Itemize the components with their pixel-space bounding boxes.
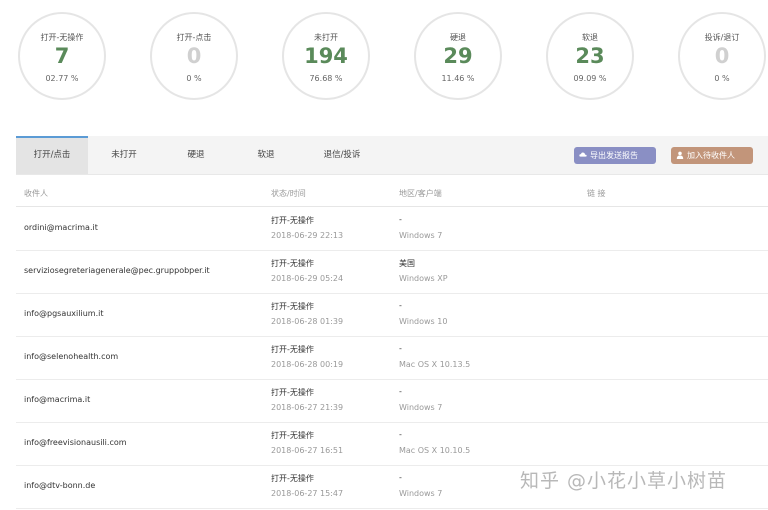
header-region-client: 地区/客户端 <box>399 189 442 198</box>
row-client: Windows 7 <box>399 403 443 412</box>
stat-value: 0 <box>714 44 730 68</box>
row-client: Windows 7 <box>399 231 443 240</box>
row-status: 打开-无操作 <box>271 388 314 397</box>
row-region: - <box>399 387 402 396</box>
stat-soft-bounce[interactable]: 软退 23 09.09 % <box>546 12 634 100</box>
recipient-email: info@dtv-bonn.de <box>24 481 96 490</box>
stat-percent: 76.68 % <box>309 74 343 83</box>
stat-percent: 02.77 % <box>45 74 79 83</box>
recipient-email: ordini@macrima.it <box>24 223 98 232</box>
stat-label: 软退 <box>582 33 598 42</box>
row-time: 2018-06-28 01:39 <box>271 317 344 326</box>
user-icon <box>676 151 684 159</box>
row-time: 2018-06-27 21:39 <box>271 403 344 412</box>
row-client: Mac OS X 10.13.5 <box>399 360 471 369</box>
stat-label: 打开-点击 <box>176 33 212 42</box>
export-label: 导出发送报告 <box>590 151 638 160</box>
row-region: - <box>399 473 402 482</box>
table-row[interactable]: serviziosegreteriagenerale@pec.gruppobpe… <box>16 250 768 294</box>
recipient-email: info@macrima.it <box>24 395 91 404</box>
row-client: Windows 10 <box>399 317 448 326</box>
stat-open-no-action[interactable]: 打开-无操作 7 02.77 % <box>18 12 106 100</box>
stat-value: 0 <box>186 44 202 68</box>
stat-value: 194 <box>304 44 348 68</box>
header-link: 链 接 <box>587 189 606 198</box>
header-status-time: 状态/时间 <box>271 189 306 198</box>
table-row[interactable]: info@pgsauxilium.it 打开-无操作 2018-06-28 01… <box>16 293 768 337</box>
table-row[interactable]: info@selenohealth.com 打开-无操作 2018-06-28 … <box>16 336 768 380</box>
row-time: 2018-06-29 22:13 <box>271 231 344 240</box>
row-region: - <box>399 344 402 353</box>
stat-value: 23 <box>575 44 605 68</box>
table-row[interactable]: info@macrima.it 打开-无操作 2018-06-27 21:39 … <box>16 379 768 423</box>
stat-percent: 11.46 % <box>441 74 475 83</box>
row-time: 2018-06-28 00:19 <box>271 360 344 369</box>
watermark-text: 知乎 @小花小草小树苗 <box>520 470 728 492</box>
row-status: 打开-无操作 <box>271 216 314 225</box>
stat-unopened[interactable]: 未打开 194 76.68 % <box>282 12 370 100</box>
stat-open-click[interactable]: 打开-点击 0 0 % <box>150 12 238 100</box>
row-region: - <box>399 430 402 439</box>
tab-open-click[interactable]: 打开/点击 <box>16 136 88 174</box>
header-recipient: 收件人 <box>24 189 48 198</box>
stat-complaint-unsubscribe[interactable]: 投诉/退订 0 0 % <box>678 12 766 100</box>
row-status: 打开-无操作 <box>271 474 314 483</box>
stats-panel: 打开-无操作 7 02.77 % 打开-点击 0 0 % 未打开 194 76.… <box>0 12 768 104</box>
stat-value: 7 <box>54 44 70 68</box>
row-client: Windows 7 <box>399 489 443 498</box>
cloud-download-icon <box>579 152 587 157</box>
tab-unopened[interactable]: 未打开 <box>88 136 160 174</box>
add-recipient-label: 加入待收件人 <box>687 151 735 160</box>
row-time: 2018-06-27 16:51 <box>271 446 344 455</box>
export-report-button[interactable]: 导出发送报告 <box>574 147 656 164</box>
table-row[interactable]: ordini@macrima.it 打开-无操作 2018-06-29 22:1… <box>16 207 768 251</box>
table-row[interactable]: info@freevisionausili.com 打开-无操作 2018-06… <box>16 422 768 466</box>
stat-label: 打开-无操作 <box>40 33 84 42</box>
recipient-email: info@selenohealth.com <box>24 352 119 361</box>
tab-bounce-complaint[interactable]: 退信/投诉 <box>300 136 384 174</box>
row-region: 美国 <box>399 259 415 268</box>
stat-hard-bounce[interactable]: 硬退 29 11.46 % <box>414 12 502 100</box>
row-time: 2018-06-29 05:24 <box>271 274 344 283</box>
row-region: - <box>399 215 402 224</box>
add-recipient-button[interactable]: 加入待收件人 <box>671 147 753 164</box>
stat-label: 硬退 <box>450 33 466 42</box>
stat-percent: 0 % <box>714 74 730 83</box>
tab-hard-bounce[interactable]: 硬退 <box>160 136 232 174</box>
stat-label: 投诉/退订 <box>704 33 740 42</box>
recipient-email: info@freevisionausili.com <box>24 438 127 447</box>
row-region: - <box>399 301 402 310</box>
row-status: 打开-无操作 <box>271 259 314 268</box>
stat-value: 29 <box>443 44 473 68</box>
stat-percent: 09.09 % <box>573 74 607 83</box>
row-status: 打开-无操作 <box>271 431 314 440</box>
row-status: 打开-无操作 <box>271 345 314 354</box>
table-header: 收件人 状态/时间 地区/客户端 链 接 <box>16 182 768 207</box>
recipient-email: serviziosegreteriagenerale@pec.gruppobpe… <box>24 266 210 275</box>
row-time: 2018-06-27 15:47 <box>271 489 344 498</box>
row-client: Mac OS X 10.10.5 <box>399 446 471 455</box>
stat-label: 未打开 <box>314 33 338 42</box>
stat-percent: 0 % <box>186 74 202 83</box>
row-client: Windows XP <box>399 274 448 283</box>
row-status: 打开-无操作 <box>271 302 314 311</box>
recipient-email: info@pgsauxilium.it <box>24 309 104 318</box>
tab-soft-bounce[interactable]: 软退 <box>232 136 300 174</box>
